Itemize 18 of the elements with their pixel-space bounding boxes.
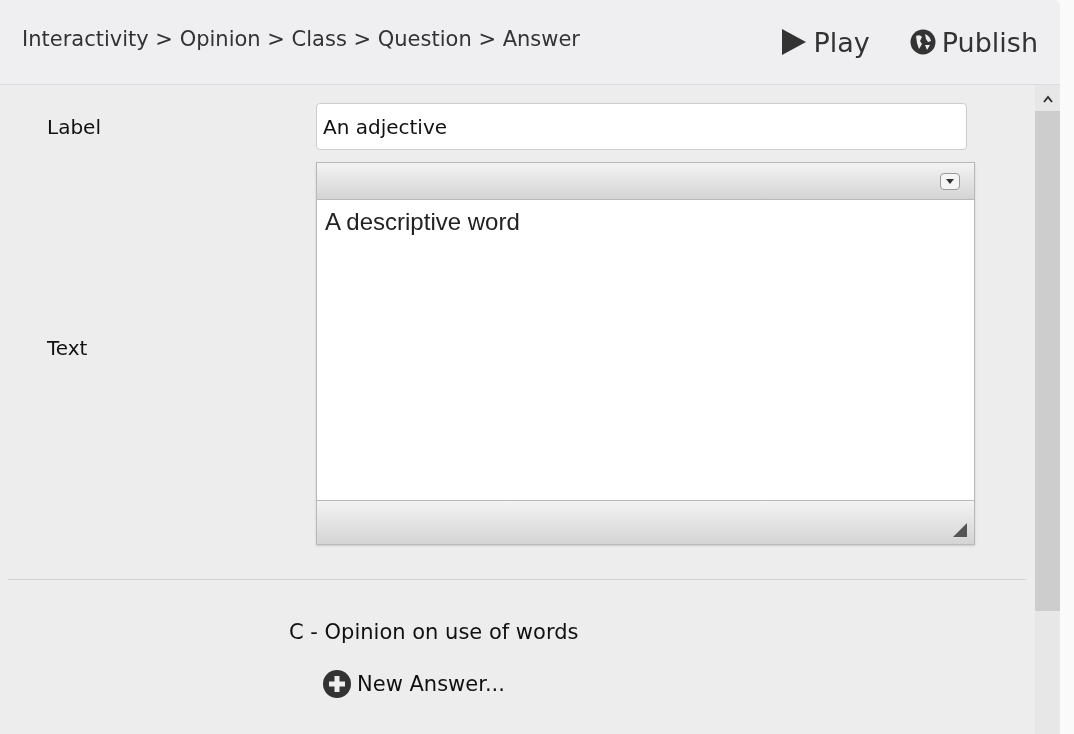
breadcrumb: Interactivity > Opinion > Class > Question > Answer bbox=[22, 27, 581, 51]
section-title: C - Opinion on use of words bbox=[289, 620, 580, 644]
play-button[interactable]: Play bbox=[781, 26, 870, 58]
field-label: Label bbox=[47, 114, 102, 139]
new-answer-button[interactable]: New Answer... bbox=[323, 670, 505, 698]
scrollbar-thumb[interactable] bbox=[1035, 111, 1060, 611]
plus-circle-icon bbox=[323, 670, 351, 698]
rich-text-editor[interactable]: A descriptive word bbox=[316, 162, 975, 545]
label-input[interactable]: An adjective bbox=[316, 103, 967, 150]
publish-button[interactable]: Publish bbox=[909, 26, 1038, 58]
play-icon bbox=[781, 28, 808, 56]
resize-handle-icon[interactable] bbox=[953, 522, 967, 537]
caret-icon bbox=[946, 178, 954, 184]
scrollbar[interactable] bbox=[1035, 85, 1060, 734]
field-label: Text bbox=[47, 335, 89, 360]
dropdown-button[interactable] bbox=[940, 172, 960, 190]
globe-icon bbox=[909, 29, 936, 55]
editor-text: A descriptive word bbox=[324, 207, 521, 237]
